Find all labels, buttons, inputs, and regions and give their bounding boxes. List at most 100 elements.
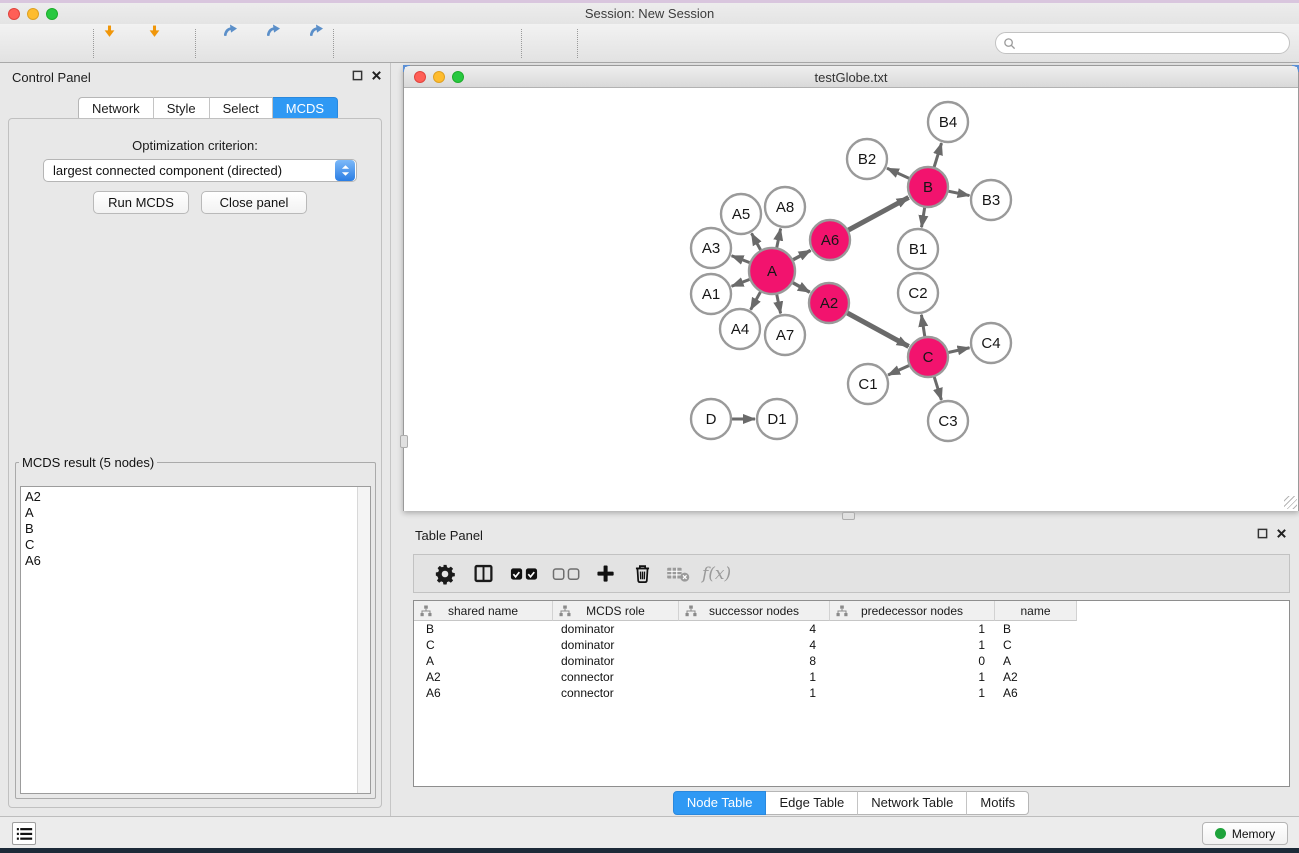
hide-panels-button[interactable] <box>674 28 706 60</box>
export-table-button[interactable] <box>246 28 278 60</box>
main-toolbar <box>0 24 1299 63</box>
graph-node-B[interactable]: B <box>908 167 948 207</box>
select-all-button[interactable] <box>510 559 538 589</box>
memory-status-icon <box>1215 828 1226 839</box>
window-resize-grip[interactable] <box>1284 496 1297 509</box>
close-panel-icon[interactable] <box>371 70 382 81</box>
svg-text:D: D <box>706 411 717 428</box>
export-network-button[interactable] <box>203 28 235 60</box>
graph-node-A[interactable]: A <box>749 248 795 294</box>
import-table-button[interactable] <box>149 28 181 60</box>
graph-node-B3[interactable]: B3 <box>971 180 1011 220</box>
table-row[interactable]: Adominator80A <box>414 653 1289 669</box>
function-builder-button[interactable]: f(x) <box>702 559 731 589</box>
graph-node-C4[interactable]: C4 <box>971 323 1011 363</box>
graph-node-A8[interactable]: A8 <box>765 187 805 227</box>
table-row[interactable]: Cdominator41C <box>414 637 1289 653</box>
column-header-successor-nodes[interactable]: successor nodes <box>679 601 830 621</box>
unchecked-checkboxes-icon <box>552 567 580 581</box>
table-panel: Table Panel <box>403 521 1299 814</box>
graph-node-A4[interactable]: A4 <box>720 309 760 349</box>
search-field[interactable] <box>995 32 1290 54</box>
table-cell: A6 <box>414 685 553 701</box>
show-panels-button[interactable] <box>720 28 752 60</box>
graph-node-C1[interactable]: C1 <box>848 364 888 404</box>
delete-column-button[interactable] <box>632 559 653 589</box>
split-view-button[interactable] <box>473 559 494 589</box>
app-titlebar: Session: New Session <box>0 3 1299 24</box>
network-canvas[interactable]: B4 B2 B B3 A8 A5 A6 A3 B1 A C2 A1 A2 A4A7 C4 C C1 C3 D D1 <box>404 88 1298 511</box>
mcds-result-item[interactable]: A6 <box>25 553 357 569</box>
graph-node-A3[interactable]: A3 <box>691 228 731 268</box>
horizontal-splitter-handle[interactable] <box>842 512 855 520</box>
task-history-button[interactable] <box>12 822 36 845</box>
graph-node-B4[interactable]: B4 <box>928 102 968 142</box>
table-row[interactable]: A6connector11A6 <box>414 685 1289 701</box>
table-settings-button[interactable] <box>434 559 456 589</box>
column-header-name[interactable]: name <box>995 601 1077 621</box>
import-network-button[interactable] <box>104 28 136 60</box>
mcds-result-item[interactable]: A <box>25 505 357 521</box>
graph-node-A7[interactable]: A7 <box>765 315 805 355</box>
table-cell: dominator <box>553 621 679 637</box>
graph-node-C3[interactable]: C3 <box>928 401 968 441</box>
table-cell: B <box>414 621 553 637</box>
home-layout-button[interactable] <box>631 28 667 60</box>
table-row[interactable]: Bdominator41B <box>414 621 1289 637</box>
tab-edge-table[interactable]: Edge Table <box>766 791 858 815</box>
zoom-out-button[interactable] <box>389 28 421 60</box>
window-edge-handle[interactable] <box>400 435 408 448</box>
import-arrow-icon <box>103 25 116 38</box>
refresh-view-button[interactable] <box>532 28 564 60</box>
copy-network-button[interactable] <box>589 28 621 60</box>
checked-checkboxes-icon <box>510 567 538 581</box>
float-panel-icon[interactable] <box>1257 528 1268 539</box>
mcds-result-item[interactable]: B <box>25 521 357 537</box>
search-input[interactable] <box>1016 34 1289 52</box>
graph-node-D[interactable]: D <box>691 399 731 439</box>
network-window-titlebar[interactable]: testGlobe.txt <box>404 66 1298 88</box>
tab-motifs[interactable]: Motifs <box>967 791 1029 815</box>
svg-text:A5: A5 <box>732 206 750 223</box>
add-column-button[interactable] <box>595 559 616 589</box>
svg-text:A3: A3 <box>702 240 720 257</box>
close-panel-button[interactable]: Close panel <box>201 191 307 214</box>
graph-node-B2[interactable]: B2 <box>847 139 887 179</box>
graph-node-A6[interactable]: A6 <box>810 220 850 260</box>
graph-node-D1[interactable]: D1 <box>757 399 797 439</box>
table-row[interactable]: A2connector11A2 <box>414 669 1289 685</box>
table-panel-header: Table Panel <box>403 521 1299 547</box>
tab-node-table[interactable]: Node Table <box>673 791 767 815</box>
column-header-mcds-role[interactable]: MCDS role <box>553 601 679 621</box>
tab-network-table[interactable]: Network Table <box>858 791 967 815</box>
zoom-fit-button[interactable] <box>432 28 464 60</box>
graph-node-A1[interactable]: A1 <box>691 274 731 314</box>
criterion-dropdown[interactable]: largest connected component (directed) <box>43 159 357 182</box>
close-panel-icon[interactable] <box>1276 528 1287 539</box>
zoom-selected-button[interactable] <box>476 28 508 60</box>
run-mcds-button[interactable]: Run MCDS <box>93 191 189 214</box>
mcds-result-item[interactable]: C <box>25 537 357 553</box>
export-image-button[interactable] <box>289 28 321 60</box>
float-panel-icon[interactable] <box>352 70 363 81</box>
delete-table-button[interactable] <box>666 559 690 589</box>
panel-divider[interactable] <box>390 63 391 816</box>
graph-node-C[interactable]: C <box>908 337 948 377</box>
graph-node-C2[interactable]: C2 <box>898 273 938 313</box>
deselect-all-button[interactable] <box>552 559 580 589</box>
zoom-in-button[interactable] <box>345 28 377 60</box>
open-session-button[interactable] <box>8 28 40 60</box>
network-graph: B4 B2 B B3 A8 A5 A6 A3 B1 A C2 A1 A2 A4A7 C4 C C1 C3 D D1 <box>404 88 1298 511</box>
column-header-predecessor-nodes[interactable]: predecessor nodes <box>830 601 995 621</box>
memory-button[interactable]: Memory <box>1202 822 1288 845</box>
table-cell: 1 <box>830 669 995 685</box>
import-arrow-icon <box>148 25 161 38</box>
mcds-result-scrollbar[interactable] <box>357 487 370 793</box>
column-header-shared-name[interactable]: shared name <box>414 601 553 621</box>
mcds-result-item[interactable]: A2 <box>25 489 357 505</box>
app-title: Session: New Session <box>0 6 1299 21</box>
graph-node-A5[interactable]: A5 <box>721 194 761 234</box>
save-session-button[interactable] <box>49 28 81 60</box>
graph-node-B1[interactable]: B1 <box>898 229 938 269</box>
graph-node-A2[interactable]: A2 <box>809 283 849 323</box>
